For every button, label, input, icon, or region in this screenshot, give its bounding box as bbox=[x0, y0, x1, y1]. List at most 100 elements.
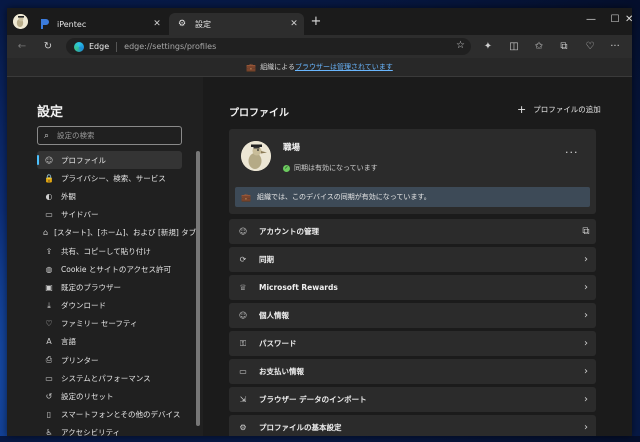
sidebar-item-label: プロファイル bbox=[61, 155, 106, 165]
org-notice-text: 組織では、このデバイスの同期が有効になっています。 bbox=[256, 193, 431, 201]
sidebar-item[interactable]: ⇪ 共有、コピーして貼り付け bbox=[37, 242, 182, 260]
sidebar-item-label: ダウンロード bbox=[61, 301, 106, 311]
printer-icon: ⎙ bbox=[45, 355, 53, 365]
sidebar-item[interactable]: ◍ Cookie とサイトのアクセス許可 bbox=[37, 260, 182, 278]
sidebar-item-label: 既定のブラウザー bbox=[61, 282, 121, 292]
back-button[interactable]: ← bbox=[15, 40, 29, 54]
briefcase-icon: 💼 bbox=[246, 62, 257, 72]
sidebar-item-label: [スタート]、[ホーム]、および [新規] タブ bbox=[54, 228, 197, 238]
section-title: プロファイル bbox=[229, 108, 289, 119]
sidebar-item[interactable]: ☺ プロファイル bbox=[37, 151, 182, 170]
tab-ipentec[interactable]: iPentec ✕ bbox=[31, 13, 167, 35]
briefcase-icon: 💼 bbox=[241, 192, 251, 202]
sidebar-item[interactable]: A 言語 bbox=[37, 333, 182, 351]
settings-row[interactable]: ⚙ プロファイルの基本設定 › bbox=[229, 415, 596, 436]
managed-link[interactable]: ブラウザーは管理されています bbox=[295, 62, 393, 72]
row-label: 個人情報 bbox=[259, 311, 289, 320]
rewards-icon: ♕ bbox=[239, 283, 247, 292]
sidebar-item[interactable]: ▭ システムとパフォーマンス bbox=[37, 369, 182, 387]
managed-infobar: 💼 組織による ブラウザーは管理されています bbox=[7, 58, 632, 77]
sidebar-item[interactable]: ▣ 既定のブラウザー bbox=[37, 278, 182, 296]
search-input[interactable] bbox=[55, 130, 170, 141]
sync-status-text: 同期は有効になっています bbox=[294, 164, 378, 172]
settings-row[interactable]: ⟳ 同期 › bbox=[229, 247, 596, 272]
chevron-right-icon: › bbox=[584, 310, 588, 321]
favorites-icon[interactable]: ✩ bbox=[532, 40, 546, 54]
settings-row[interactable]: ♕ Microsoft Rewards › bbox=[229, 275, 596, 300]
profile-settings-list: ☺ アカウントの管理 ⧉ ⟳ 同期 › ♕ Microsoft Rewards › ☺ 個人情報 › ⚿… bbox=[229, 219, 596, 436]
url-text[interactable]: edge://settings/profiles bbox=[124, 42, 216, 51]
language-icon: A bbox=[46, 337, 52, 347]
family-icon: ♡ bbox=[45, 319, 53, 329]
sidebar-item[interactable]: ⤓ ダウンロード bbox=[37, 297, 182, 315]
phone-icon: ▯ bbox=[46, 410, 52, 420]
extensions-icon[interactable]: ✦ bbox=[481, 40, 495, 54]
sidebar-item[interactable]: ♡ ファミリー セーフティ bbox=[37, 315, 182, 333]
favorite-star-icon[interactable]: ☆ bbox=[456, 40, 465, 51]
close-tab-icon[interactable]: ✕ bbox=[287, 19, 301, 29]
plus-icon: + bbox=[517, 102, 527, 116]
profiles-page: プロファイル + プロファイルの追加 職場 ✓ 同期は有効になっています ···… bbox=[203, 77, 632, 436]
sidebar-item[interactable]: ⌂ [スタート]、[ホーム]、および [新規] タブ bbox=[37, 224, 196, 242]
settings-row[interactable]: ⚿ パスワード › bbox=[229, 331, 596, 356]
sidebar-scrollbar[interactable] bbox=[196, 151, 200, 426]
edge-logo-icon bbox=[74, 41, 84, 52]
split-screen-icon[interactable]: ◫ bbox=[507, 40, 521, 54]
title-bar: iPentec ✕ ⚙ 設定 ✕ + — ☐ ✕ bbox=[7, 8, 633, 35]
sidebar-icon: ▭ bbox=[45, 210, 53, 220]
address-bar[interactable]: Edge edge://settings/profiles ☆ bbox=[66, 38, 471, 55]
settings-row[interactable]: ☺ アカウントの管理 ⧉ bbox=[229, 219, 596, 244]
reset-icon: ↺ bbox=[45, 392, 53, 402]
settings-row[interactable]: ☺ 個人情報 › bbox=[229, 303, 596, 328]
chevron-right-icon: › bbox=[584, 366, 588, 377]
sidebar-item[interactable]: ◐ 外観 bbox=[37, 187, 182, 205]
sidebar-item[interactable]: ↺ 設定のリセット bbox=[37, 387, 182, 405]
profile-avatar-button[interactable] bbox=[13, 14, 28, 29]
sidebar-item-label: 言語 bbox=[61, 337, 76, 347]
personal-info-icon: ☺ bbox=[238, 311, 248, 320]
more-options-button[interactable]: ··· bbox=[565, 146, 579, 159]
address-separator bbox=[116, 41, 118, 52]
copilot-icon[interactable]: ♡ bbox=[583, 40, 597, 54]
check-icon: ✓ bbox=[283, 164, 290, 172]
maximize-button[interactable]: ☐ bbox=[603, 14, 627, 25]
close-tab-icon[interactable]: ✕ bbox=[150, 19, 164, 29]
browser-window: iPentec ✕ ⚙ 設定 ✕ + — ☐ ✕ ← ↻ Edge edge:/… bbox=[7, 8, 633, 437]
page-title: 設定 bbox=[37, 105, 64, 120]
sidebar-item-label: 共有、コピーして貼り付け bbox=[61, 246, 151, 256]
sidebar-item[interactable]: ⎙ プリンター bbox=[37, 351, 182, 369]
settings-row[interactable]: ⇲ ブラウザー データのインポート › bbox=[229, 387, 596, 412]
cookie-icon: ◍ bbox=[45, 264, 53, 274]
chevron-right-icon: › bbox=[584, 254, 588, 265]
tab-label: 設定 bbox=[195, 19, 211, 29]
infobar-prefix: 組織による bbox=[260, 63, 295, 71]
new-tab-button[interactable]: + bbox=[309, 15, 323, 29]
settings-row[interactable]: ▭ お支払い情報 › bbox=[229, 359, 596, 384]
chevron-right-icon: › bbox=[584, 338, 588, 349]
lock-icon: 🔒 bbox=[44, 173, 54, 183]
sidebar-item[interactable]: ▯ スマートフォンとその他のデバイス bbox=[37, 406, 182, 424]
sidebar-item[interactable]: ♿ アクセシビリティ bbox=[37, 424, 182, 442]
sidebar-item-label: スマートフォンとその他のデバイス bbox=[61, 410, 181, 420]
more-menu-icon[interactable]: ··· bbox=[608, 40, 622, 54]
add-profile-label: プロファイルの追加 bbox=[533, 105, 601, 114]
sidebar-item-label: アクセシビリティ bbox=[61, 428, 121, 438]
share-icon: ⇪ bbox=[45, 246, 53, 256]
sidebar-item[interactable]: ▭ サイドバー bbox=[37, 206, 182, 224]
person-icon: ☺ bbox=[238, 227, 248, 236]
minimize-button[interactable]: — bbox=[579, 14, 603, 25]
collections-icon[interactable]: ⧉ bbox=[557, 40, 571, 54]
settings-search[interactable]: ⌕ bbox=[37, 126, 182, 145]
refresh-button[interactable]: ↻ bbox=[41, 40, 55, 54]
browser-icon: ▣ bbox=[45, 282, 53, 292]
add-profile-button[interactable]: + プロファイルの追加 bbox=[517, 104, 601, 115]
row-label: お支払い情報 bbox=[259, 367, 304, 376]
sidebar-item[interactable]: 🔒 プライバシー、検索、サービス bbox=[37, 169, 182, 187]
download-icon: ⤓ bbox=[47, 300, 51, 310]
sidebar-item-label: プライバシー、検索、サービス bbox=[61, 173, 166, 183]
accessibility-icon: ♿ bbox=[45, 428, 53, 438]
key-icon: ⚿ bbox=[239, 338, 247, 348]
tab-settings[interactable]: ⚙ 設定 ✕ bbox=[169, 13, 304, 35]
sidebar-item-label: ファミリー セーフティ bbox=[61, 319, 138, 329]
org-sync-notice: 💼 組織では、このデバイスの同期が有効になっています。 bbox=[235, 187, 590, 207]
